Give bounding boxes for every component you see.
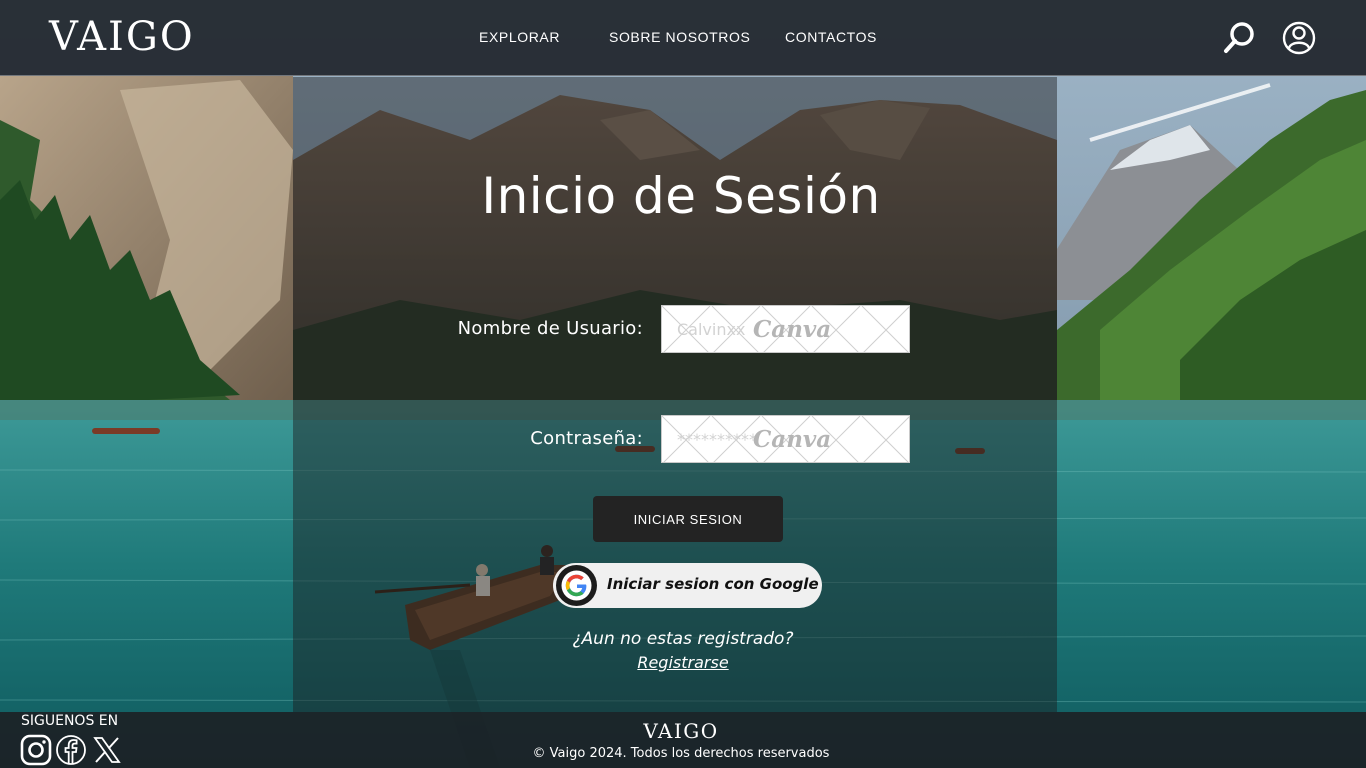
password-label: Contraseña: xyxy=(530,428,643,449)
username-input[interactable] xyxy=(662,306,909,352)
password-input[interactable] xyxy=(662,416,909,462)
brand-logo[interactable]: VAIGO xyxy=(49,14,195,60)
login-panel: Inicio de Sesión Nombre de Usuario: Canv… xyxy=(293,77,1057,712)
nav-sobre-nosotros[interactable]: SOBRE NOSOTROS xyxy=(609,29,750,45)
login-button[interactable]: INICIAR SESION xyxy=(593,496,783,542)
site-footer: SIGUENOS EN VAIGO © Vaigo 2024. Todos lo… xyxy=(0,712,1366,768)
username-label: Nombre de Usuario: xyxy=(457,318,643,339)
copyright-text: © Vaigo 2024. Todos los derechos reserva… xyxy=(532,746,830,761)
register-link[interactable]: Registrarse xyxy=(293,653,1073,672)
footer-logo: VAIGO xyxy=(643,719,719,743)
username-field[interactable]: Canva xyxy=(661,305,910,353)
google-login-label: Iniciar sesion con Google xyxy=(607,575,819,593)
nav-contactos[interactable]: CONTACTOS xyxy=(785,29,877,45)
google-login-button[interactable]: Iniciar sesion con Google xyxy=(553,563,822,608)
password-field[interactable]: Canva xyxy=(661,415,910,463)
site-header: VAIGO EXPLORAR SOBRE NOSOTROS CONTACTOS xyxy=(0,0,1366,76)
register-prompt: ¿Aun no estas registrado? xyxy=(572,629,794,649)
nav-explorar[interactable]: EXPLORAR xyxy=(479,29,560,45)
user-account-icon[interactable] xyxy=(1281,20,1317,56)
google-icon xyxy=(556,565,597,606)
search-icon[interactable] xyxy=(1222,20,1258,56)
page-title: Inicio de Sesión xyxy=(481,167,881,225)
